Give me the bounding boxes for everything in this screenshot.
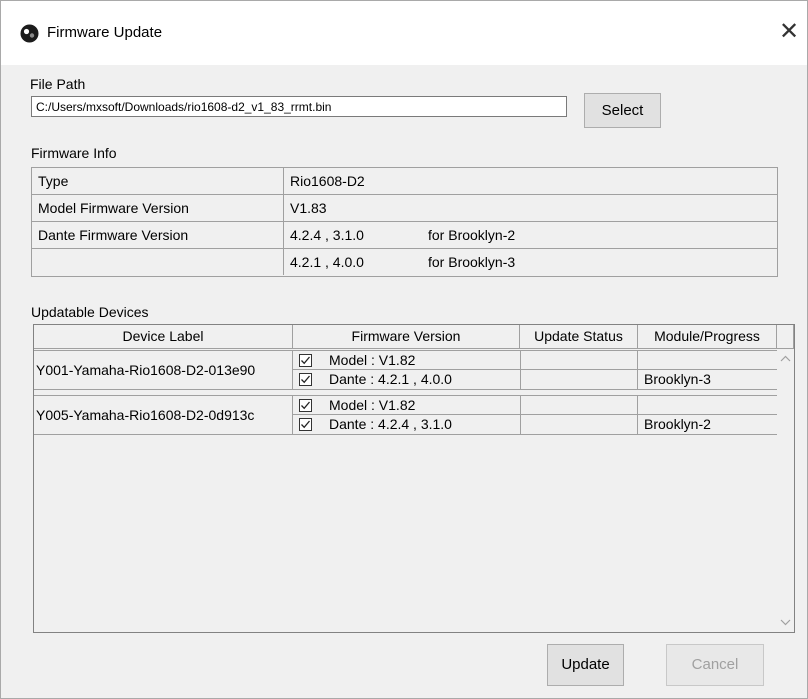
vertical-scrollbar[interactable] [777,349,794,632]
info-key: Type [32,168,284,194]
column-header-device-label[interactable]: Device Label [34,325,293,349]
info-extra: for Brooklyn-2 [428,227,516,243]
select-button[interactable]: Select [584,93,661,128]
dante-firmware-version: Dante : 4.2.1 , 4.0.0 [329,371,452,387]
dante-firmware-version: Dante : 4.2.4 , 3.1.0 [329,416,452,432]
firmware-update-window: Firmware Update ✕ File Path Select Firmw… [0,0,808,699]
model-update-checkbox[interactable] [299,354,312,367]
model-firmware-entry: Model : V1.82 [293,396,777,415]
update-status-cell [520,396,638,415]
device-label: Y001-Yamaha-Rio1608-D2-013e90 [34,351,293,389]
firmware-info-label: Firmware Info [31,145,117,161]
firmware-info-table: Type Rio1608-D2 Model Firmware Version V… [31,167,778,277]
info-value: V1.83 [290,200,327,216]
info-extra: for Brooklyn-3 [428,254,516,270]
info-value: 4.2.1 , 4.0.0 [290,254,364,270]
scroll-up-arrow-icon[interactable] [777,353,794,365]
window-title: Firmware Update [47,24,163,41]
update-status-cell [520,351,638,370]
updatable-devices-table: Device Label Firmware Version Update Sta… [33,324,795,633]
firmware-info-row: Dante Firmware Version 4.2.4 , 3.1.0 for… [32,222,777,249]
dante-firmware-entry: Dante : 4.2.1 , 4.0.0 Brooklyn-3 [293,370,777,389]
column-header-module-progress[interactable]: Module/Progress [638,325,777,349]
title-bar: Firmware Update ✕ [1,1,807,65]
dante-update-checkbox[interactable] [299,373,312,386]
update-status-cell [520,415,638,434]
device-label: Y005-Yamaha-Rio1608-D2-0d913c [34,396,293,434]
file-path-label: File Path [30,76,86,92]
info-key: Model Firmware Version [32,195,284,221]
updatable-devices-label: Updatable Devices [31,304,149,320]
device-row[interactable]: Y001-Yamaha-Rio1608-D2-013e90 Model : V1… [34,350,777,390]
model-firmware-version: Model : V1.82 [329,397,416,413]
dante-firmware-entry: Dante : 4.2.4 , 3.1.0 Brooklyn-2 [293,415,777,434]
info-value: 4.2.4 , 3.1.0 [290,227,364,243]
dante-update-checkbox[interactable] [299,418,312,431]
file-path-input[interactable] [31,96,567,117]
module-progress-cell: Brooklyn-2 [644,416,711,432]
cancel-button[interactable]: Cancel [666,644,764,686]
model-firmware-version: Model : V1.82 [329,352,416,368]
firmware-info-row: Type Rio1608-D2 [32,168,777,195]
column-header-filler [777,325,794,349]
scroll-down-arrow-icon[interactable] [777,617,794,629]
model-firmware-entry: Model : V1.82 [293,351,777,370]
column-header-update-status[interactable]: Update Status [520,325,638,349]
module-progress-cell: Brooklyn-3 [644,371,711,387]
column-header-firmware-version[interactable]: Firmware Version [293,325,520,349]
app-logo-icon [20,24,39,43]
close-icon[interactable]: ✕ [776,20,802,46]
update-status-cell [520,370,638,389]
info-value: Rio1608-D2 [290,173,365,189]
device-row[interactable]: Y005-Yamaha-Rio1608-D2-0d913c Model : V1… [34,395,777,435]
info-key [32,249,284,275]
info-key: Dante Firmware Version [32,222,284,248]
update-button[interactable]: Update [547,644,624,686]
model-update-checkbox[interactable] [299,399,312,412]
firmware-info-row: Model Firmware Version V1.83 [32,195,777,222]
firmware-info-row: 4.2.1 , 4.0.0 for Brooklyn-3 [32,249,777,276]
